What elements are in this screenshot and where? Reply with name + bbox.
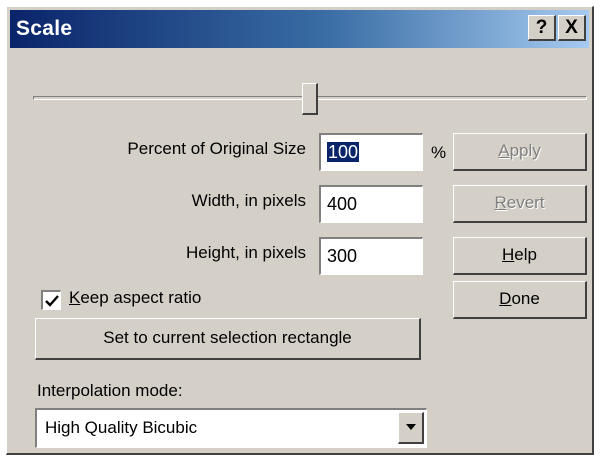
revert-label: evert bbox=[506, 193, 545, 212]
help-label: elp bbox=[514, 245, 537, 264]
revert-button[interactable]: Revert bbox=[453, 185, 587, 223]
height-label: Height, in pixels bbox=[185, 243, 306, 262]
scale-slider-thumb[interactable] bbox=[302, 83, 318, 115]
interpolation-label: Interpolation mode: bbox=[37, 381, 183, 400]
keep-aspect-mnemonic: K bbox=[69, 288, 81, 307]
height-value: 300 bbox=[327, 246, 358, 266]
help-title-button[interactable]: ? bbox=[528, 15, 556, 41]
chevron-down-icon bbox=[406, 424, 416, 430]
set-selection-label: Set to current selection rectangle bbox=[103, 328, 352, 347]
keep-aspect-text: eep aspect ratio bbox=[80, 288, 202, 307]
keep-aspect-label[interactable]: Keep aspect ratio bbox=[69, 288, 201, 308]
title-bar[interactable]: Scale ? X bbox=[10, 10, 589, 48]
done-label: one bbox=[511, 289, 540, 308]
close-button[interactable]: X bbox=[558, 15, 586, 41]
set-selection-button[interactable]: Set to current selection rectangle bbox=[35, 318, 421, 360]
apply-mnemonic: A bbox=[498, 141, 510, 160]
apply-button[interactable]: Apply bbox=[453, 133, 587, 171]
done-button[interactable]: Done bbox=[453, 281, 587, 319]
percent-value: 100 bbox=[327, 142, 360, 162]
width-label: Width, in pixels bbox=[191, 191, 306, 210]
height-input[interactable]: 300 bbox=[319, 237, 423, 275]
width-value: 400 bbox=[327, 194, 358, 214]
percent-unit: % bbox=[431, 143, 447, 162]
help-button[interactable]: Help bbox=[453, 237, 587, 275]
close-icon: X bbox=[565, 17, 578, 38]
keep-aspect-checkbox[interactable] bbox=[41, 290, 61, 310]
interpolation-dropdown-button[interactable] bbox=[398, 412, 424, 444]
width-input[interactable]: 400 bbox=[319, 185, 423, 223]
help-mnemonic: H bbox=[502, 245, 515, 264]
apply-label: pply bbox=[509, 141, 541, 160]
interpolation-select[interactable]: High Quality Bicubic bbox=[35, 408, 427, 448]
revert-mnemonic: R bbox=[494, 193, 507, 212]
percent-label: Percent of Original Size bbox=[127, 139, 306, 158]
done-mnemonic: D bbox=[499, 289, 512, 308]
help-icon: ? bbox=[535, 17, 548, 38]
check-icon bbox=[45, 295, 59, 307]
window-title: Scale bbox=[16, 17, 73, 40]
interpolation-value: High Quality Bicubic bbox=[45, 418, 198, 437]
scale-dialog: Scale ? X Percent of Original Size 100 %… bbox=[6, 6, 594, 455]
percent-input[interactable]: 100 bbox=[319, 133, 423, 171]
